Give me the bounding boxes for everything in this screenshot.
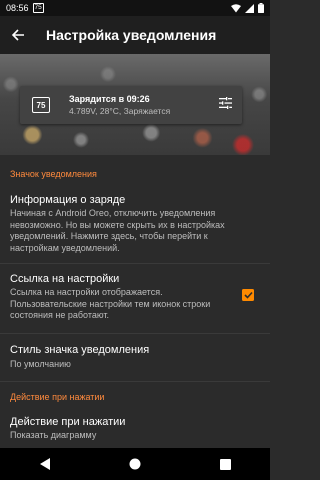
wifi-icon (231, 3, 241, 12)
nav-home-icon (129, 458, 141, 470)
signal-icon (245, 3, 254, 13)
navigation-bar (0, 448, 270, 480)
notification-preview-background: 75 Зарядится в 09:26 4.789V, 28°C, Заряж… (0, 54, 270, 155)
status-time: 08:56 (6, 3, 29, 13)
nav-back-icon (39, 458, 50, 470)
preview-charge-time: Зарядится в 09:26 (69, 94, 150, 104)
nav-recents-icon (219, 458, 231, 470)
tune-settings-button[interactable] (219, 96, 232, 114)
pref-charge-info-title: Информация о заряде (10, 194, 126, 206)
pref-charge-info[interactable]: Информация о заряде Начиная с Android Or… (0, 186, 270, 263)
page-title: Настройка уведомления (46, 27, 217, 43)
pref-settings-link-summary: Ссылка на настройки отображается. Пользо… (10, 287, 211, 320)
pref-icon-style-summary: По умолчанию (10, 359, 71, 369)
battery-level-notification-icon: 75 (32, 3, 44, 13)
nav-back-button[interactable] (25, 448, 65, 480)
pref-tap-action-title: Действие при нажатии (10, 416, 126, 428)
status-icons (231, 3, 264, 13)
app-bar: Настройка уведомления (0, 16, 270, 54)
pref-icon-style-title: Стиль значка уведомления (10, 344, 150, 356)
pref-icon-style[interactable]: Стиль значка уведомления По умолчанию (0, 334, 270, 378)
settings-link-checkbox[interactable] (242, 289, 254, 301)
status-bar: 08:56 75 (0, 0, 270, 16)
pref-tap-action[interactable]: Действие при нажатии Показать диаграмму (0, 406, 270, 448)
check-icon (243, 291, 253, 299)
tune-icon (219, 97, 232, 109)
section-header-tap-action: Действие при нажатии (10, 392, 105, 402)
section-header-notification-icon: Значок уведомления (10, 169, 97, 179)
battery-icon (258, 3, 264, 13)
battery-percent-badge-icon: 75 (32, 97, 50, 113)
pref-charge-info-summary: Начиная с Android Oreo, отключить уведом… (10, 208, 225, 253)
pref-tap-action-summary: Показать диаграмму (10, 430, 97, 440)
arrow-back-icon (11, 29, 24, 41)
nav-home-button[interactable] (115, 448, 155, 480)
notification-preview-card: 75 Зарядится в 09:26 4.789V, 28°C, Заряж… (20, 86, 242, 124)
nav-recents-button[interactable] (205, 448, 245, 480)
divider (0, 381, 270, 382)
pref-settings-link-title: Ссылка на настройки (10, 273, 120, 285)
preview-battery-details: 4.789V, 28°C, Заряжается (69, 106, 171, 116)
pref-settings-link[interactable]: Ссылка на настройки Ссылка на настройки … (0, 264, 270, 333)
back-button[interactable] (0, 28, 36, 42)
